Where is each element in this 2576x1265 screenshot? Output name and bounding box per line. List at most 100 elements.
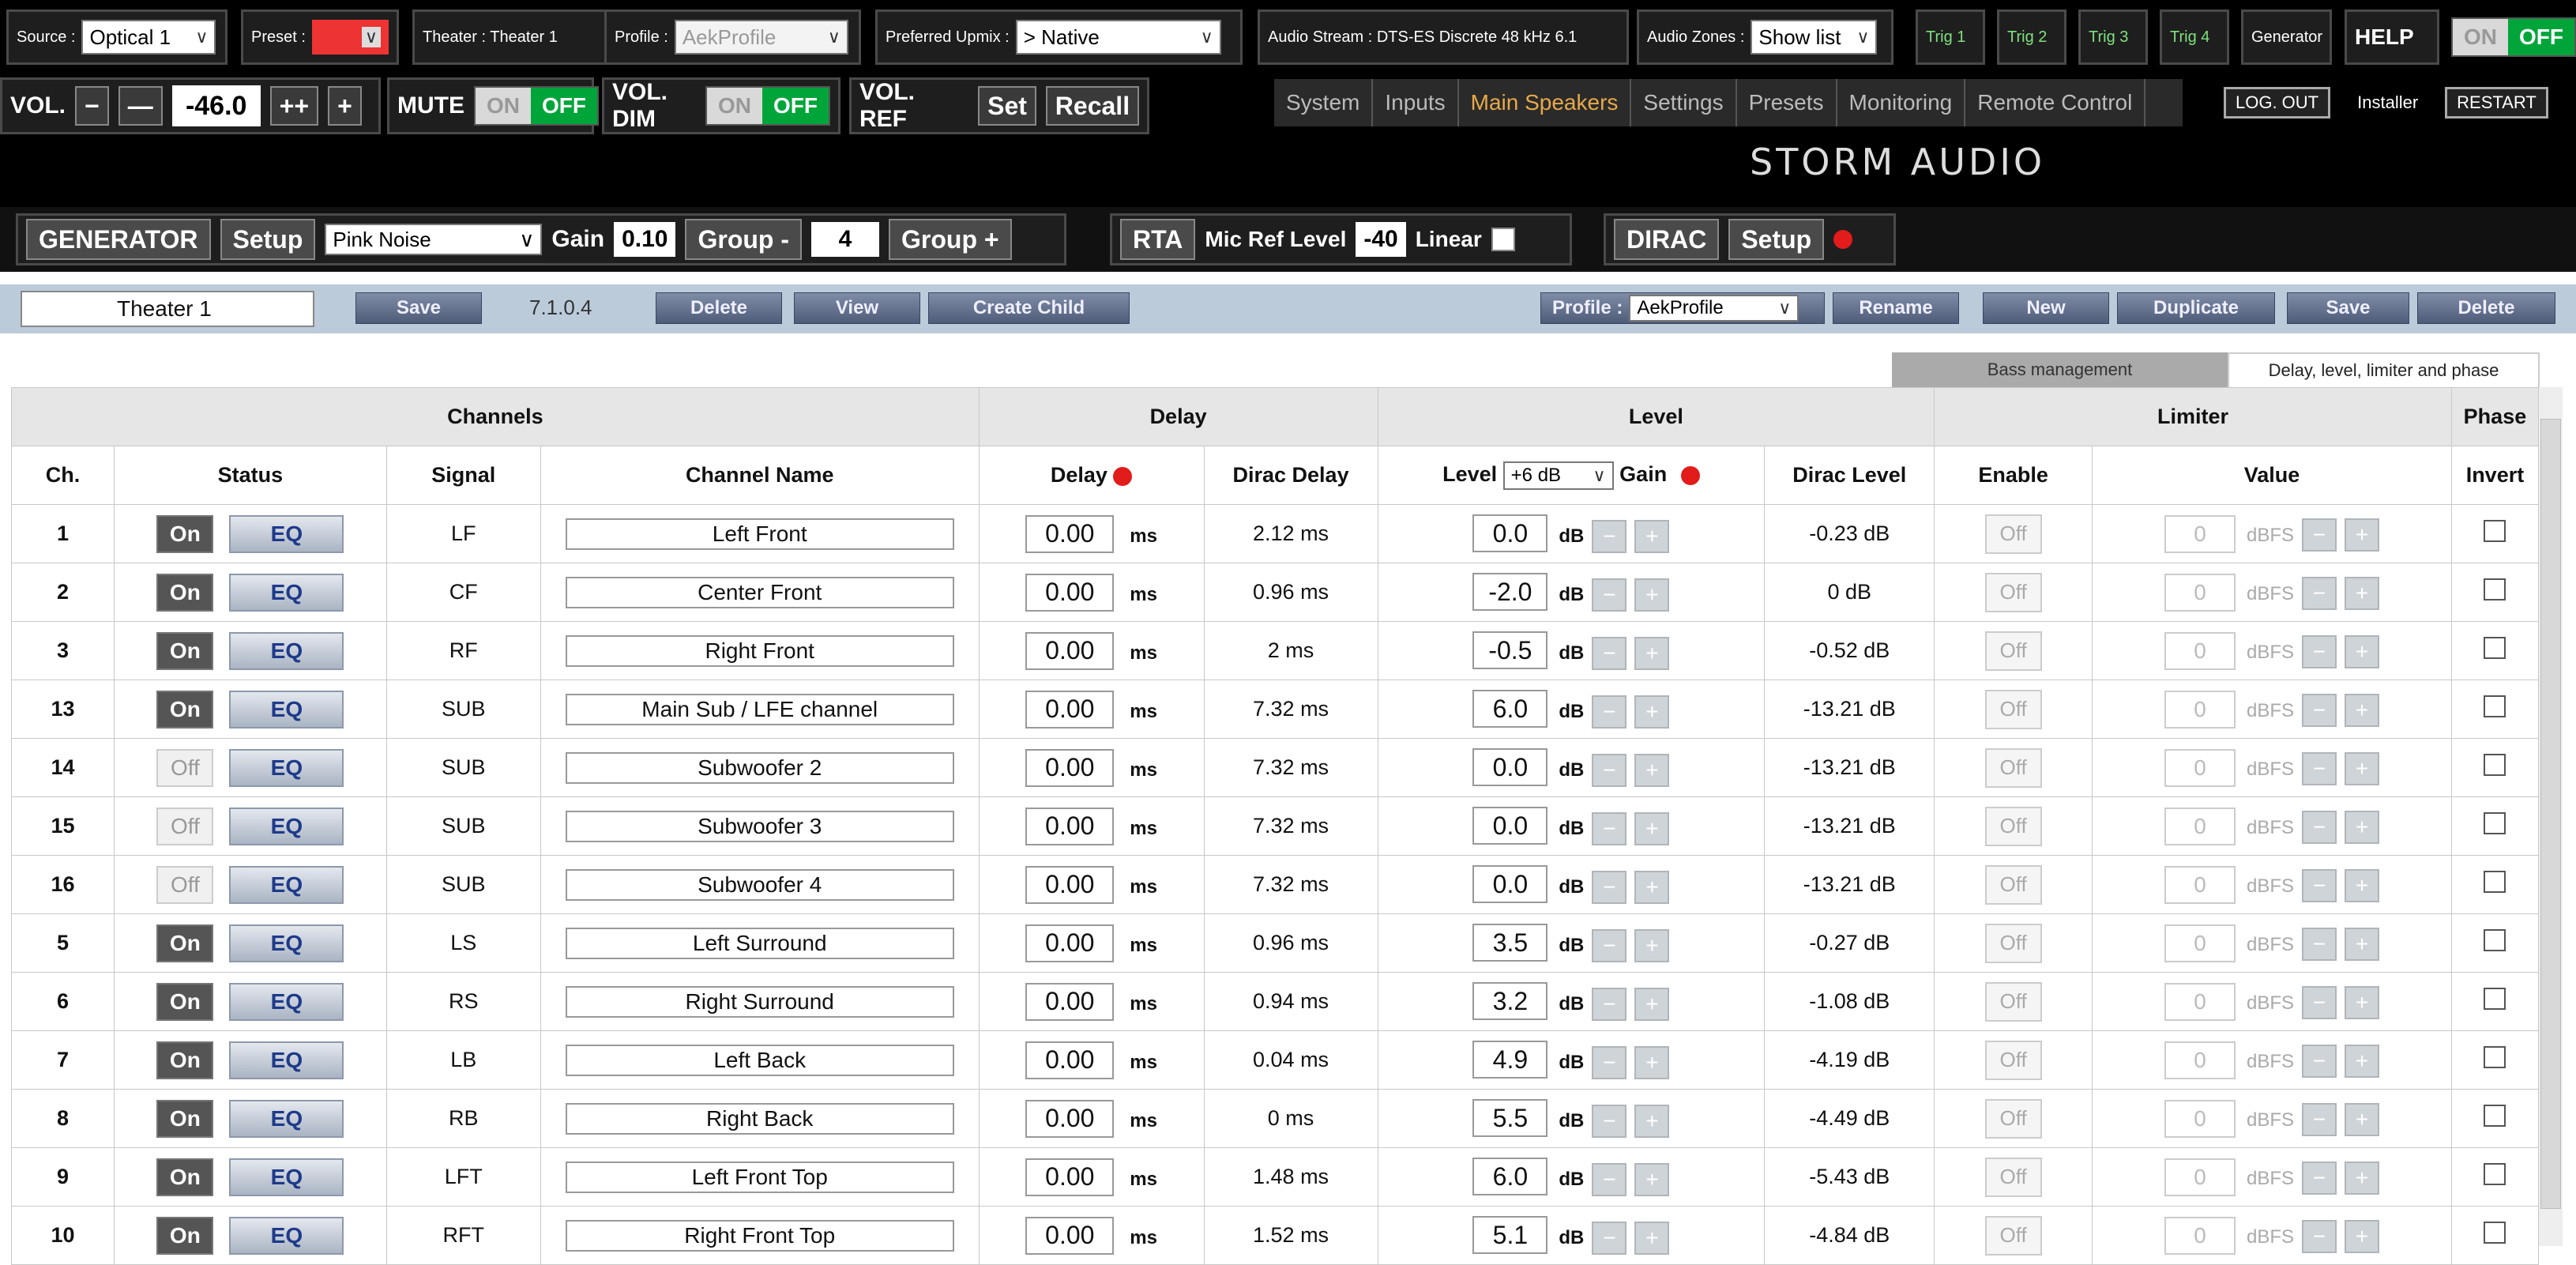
channel-name-input[interactable]: Left Front Top (565, 1161, 954, 1193)
limit-minus-button[interactable]: − (2302, 694, 2337, 728)
level-input[interactable]: 0.0 (1472, 865, 1548, 904)
limiter-value-input[interactable]: 0 (2164, 982, 2236, 1021)
limiter-value-input[interactable]: 0 (2164, 1041, 2236, 1079)
vol-minus-button[interactable]: − (75, 86, 109, 126)
theater-name-input[interactable]: Theater 1 (21, 291, 314, 327)
theater-view-button[interactable]: View (794, 292, 920, 324)
level-plus-button[interactable]: + (1634, 519, 1670, 553)
trig1-button[interactable]: Trig 1 (1916, 9, 1985, 65)
level-input[interactable]: 5.1 (1472, 1216, 1548, 1255)
level-minus-button[interactable]: − (1592, 1162, 1627, 1196)
limiter-value-input[interactable]: 0 (2164, 690, 2236, 729)
limiter-enable-toggle[interactable]: Off (1984, 514, 2042, 554)
level-plus-button[interactable]: + (1634, 870, 1670, 904)
vol-value[interactable]: -46.0 (171, 85, 261, 126)
status-toggle[interactable]: On (156, 631, 214, 670)
limit-plus-button[interactable]: + (2345, 986, 2380, 1020)
limiter-enable-toggle[interactable]: Off (1984, 572, 2042, 612)
channel-name-input[interactable]: Left Back (565, 1044, 954, 1076)
channel-name-input[interactable]: Main Sub / LFE channel (565, 693, 954, 725)
limiter-enable-toggle[interactable]: Off (1984, 981, 2042, 1022)
vol-dim-toggle[interactable]: ON OFF (705, 86, 830, 126)
limiter-enable-toggle[interactable]: Off (1984, 747, 2042, 788)
tab-bass-management[interactable]: Bass management (1892, 352, 2228, 387)
channel-name-input[interactable]: Right Surround (565, 985, 954, 1018)
trig4-button[interactable]: Trig 4 (2160, 9, 2229, 65)
nav-system[interactable]: System (1274, 79, 1374, 126)
limit-plus-button[interactable]: + (2345, 928, 2380, 962)
level-minus-button[interactable]: − (1592, 870, 1627, 904)
level-plus-button[interactable]: + (1634, 1162, 1670, 1196)
level-minus-button[interactable]: − (1592, 1221, 1627, 1255)
channel-name-input[interactable]: Subwoofer 4 (565, 868, 954, 901)
level-plus-button[interactable]: + (1634, 1104, 1670, 1138)
channel-name-input[interactable]: Left Surround (565, 927, 954, 959)
eq-button[interactable]: EQ (229, 807, 344, 845)
limiter-value-input[interactable]: 0 (2164, 865, 2236, 904)
delay-input[interactable]: 0.00 (1025, 807, 1115, 845)
generator-title-button[interactable]: GENERATOR (26, 219, 211, 260)
vol-ref-set-button[interactable]: Set (978, 86, 1036, 126)
delay-input[interactable]: 0.00 (1025, 1099, 1115, 1138)
limit-minus-button[interactable]: − (2302, 1161, 2337, 1195)
eq-button[interactable]: EQ (229, 982, 344, 1021)
limit-minus-button[interactable]: − (2302, 518, 2337, 552)
delay-input[interactable]: 0.00 (1025, 982, 1115, 1021)
phase-invert-checkbox[interactable] (2484, 754, 2506, 776)
level-input[interactable]: 3.2 (1472, 982, 1548, 1021)
nav-settings[interactable]: Settings (1631, 79, 1737, 126)
limit-minus-button[interactable]: − (2302, 577, 2337, 611)
scrollbar-thumb[interactable] (2540, 419, 2561, 1209)
generator-button[interactable]: Generator (2241, 9, 2332, 65)
level-minus-button[interactable]: − (1592, 578, 1627, 612)
status-toggle[interactable]: Off (156, 865, 214, 904)
level-minus-button[interactable]: − (1592, 987, 1627, 1021)
delay-input[interactable]: 0.00 (1025, 865, 1115, 904)
vol-ref-recall-button[interactable]: Recall (1045, 86, 1139, 126)
level-plus-button[interactable]: + (1634, 695, 1670, 729)
profile-save-button[interactable]: Save (2287, 292, 2409, 324)
level-input[interactable]: 0.0 (1472, 748, 1548, 787)
level-input[interactable]: -2.0 (1472, 573, 1548, 612)
group-plus-button[interactable]: Group + (889, 219, 1012, 260)
restart-button[interactable]: RESTART (2445, 87, 2548, 119)
limiter-enable-toggle[interactable]: Off (1984, 689, 2042, 729)
limit-plus-button[interactable]: + (2345, 1103, 2380, 1137)
level-input[interactable]: 6.0 (1472, 690, 1548, 729)
limiter-value-input[interactable]: 0 (2164, 631, 2236, 670)
rta-button[interactable]: RTA (1120, 219, 1196, 260)
eq-button[interactable]: EQ (229, 748, 344, 787)
profile-select[interactable]: AekProfile ∨ (674, 20, 848, 55)
level-input[interactable]: 5.5 (1472, 1099, 1548, 1138)
phase-invert-checkbox[interactable] (2484, 929, 2506, 951)
help-button[interactable]: HELP (2345, 9, 2439, 65)
limit-minus-button[interactable]: − (2302, 811, 2337, 845)
delay-input[interactable]: 0.00 (1025, 924, 1115, 962)
tab-delay-level[interactable]: Delay, level, limiter and phase (2228, 352, 2540, 387)
delay-input[interactable]: 0.00 (1025, 690, 1115, 729)
profile-duplicate-button[interactable]: Duplicate (2117, 292, 2275, 324)
delay-input[interactable]: 0.00 (1025, 573, 1115, 612)
limiter-enable-toggle[interactable]: Off (1984, 631, 2042, 671)
trig3-button[interactable]: Trig 3 (2078, 9, 2148, 65)
level-minus-button[interactable]: − (1592, 695, 1627, 729)
limiter-enable-toggle[interactable]: Off (1984, 864, 2042, 905)
limiter-enable-toggle[interactable]: Off (1984, 806, 2042, 846)
phase-invert-checkbox[interactable] (2484, 637, 2506, 659)
profile-new-button[interactable]: New (1983, 292, 2109, 324)
level-range-select[interactable]: +6 dB ∨ (1502, 461, 1614, 490)
limit-plus-button[interactable]: + (2345, 869, 2380, 903)
nav-inputs[interactable]: Inputs (1373, 79, 1459, 126)
level-input[interactable]: 3.5 (1472, 924, 1548, 962)
limiter-value-input[interactable]: 0 (2164, 1158, 2236, 1196)
limiter-enable-toggle[interactable]: Off (1984, 1098, 2042, 1139)
limit-plus-button[interactable]: + (2345, 518, 2380, 552)
level-plus-button[interactable]: + (1634, 636, 1670, 670)
eq-button[interactable]: EQ (229, 865, 344, 904)
source-select[interactable]: Optical 1 ∨ (81, 20, 216, 55)
status-toggle[interactable]: Off (156, 807, 214, 845)
eq-button[interactable]: EQ (229, 1158, 344, 1196)
phase-invert-checkbox[interactable] (2484, 812, 2506, 834)
level-minus-button[interactable]: − (1592, 1104, 1627, 1138)
phase-invert-checkbox[interactable] (2484, 695, 2506, 717)
